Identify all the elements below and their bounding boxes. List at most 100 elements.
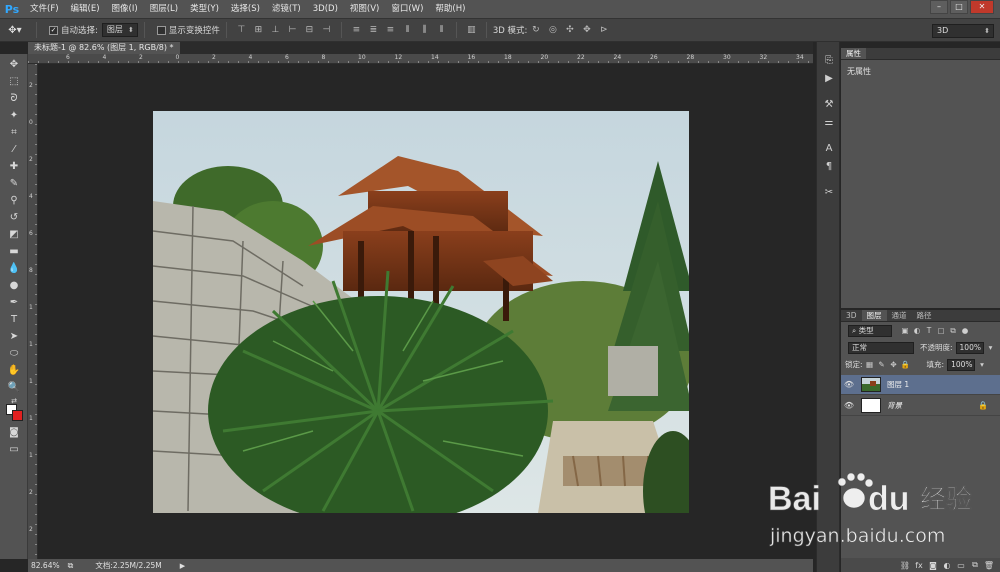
menu-help[interactable]: 帮助(H) (429, 0, 471, 18)
tab-paths[interactable]: 路径 (912, 310, 937, 321)
history-brush-icon[interactable]: ↺ (6, 211, 22, 225)
menu-filter[interactable]: 滤镜(T) (266, 0, 307, 18)
filter-toggle-icon[interactable]: ● (960, 326, 970, 336)
quick-mask-icon[interactable]: ◙ (6, 426, 22, 440)
align-left-icon[interactable]: ⊢ (286, 24, 299, 37)
workspace-dropdown[interactable]: 3D (932, 24, 994, 38)
brush-tool-icon[interactable]: ✎ (6, 177, 22, 191)
minimize-button[interactable]: – (930, 0, 948, 14)
blend-mode-dropdown[interactable]: 正常 (848, 341, 914, 354)
distribute-hcenter-icon[interactable]: ⫼ (418, 24, 431, 37)
character-icon[interactable]: A (821, 142, 837, 156)
path-select-icon[interactable]: ➤ (6, 330, 22, 344)
align-vcenter-icon[interactable]: ⊞ (252, 24, 265, 37)
visibility-eye-icon[interactable]: 👁 (841, 380, 857, 389)
opacity-arrow-icon[interactable]: ▾ (986, 343, 996, 353)
menu-file[interactable]: 文件(F) (24, 0, 65, 18)
lock-position-icon[interactable]: ✥ (889, 360, 899, 370)
move-tool-preset-icon[interactable]: ✥▾ (0, 25, 30, 36)
auto-select-dropdown[interactable]: 图层 (101, 23, 138, 37)
tab-channels[interactable]: 通道 (887, 310, 912, 321)
link-layers-icon[interactable]: ⛓ (898, 561, 912, 570)
tools-icon[interactable]: ✂ (821, 186, 837, 200)
menu-select[interactable]: 选择(S) (225, 0, 266, 18)
layer-row[interactable]: 👁 背景 🔒 (841, 396, 1000, 416)
document-tab[interactable]: 未标题-1 @ 82.6% (图层 1, RGB/8) * (28, 42, 180, 54)
close-button[interactable]: ✕ (970, 0, 994, 14)
crop-tool-icon[interactable]: ⌗ (6, 126, 22, 140)
new-group-icon[interactable]: ▭ (954, 561, 968, 570)
status-menu-arrow-icon[interactable]: ▶ (180, 562, 185, 570)
filter-pixel-icon[interactable]: ▣ (900, 326, 910, 336)
eraser-tool-icon[interactable]: ◩ (6, 228, 22, 242)
preview-icon[interactable]: ⧉ (68, 561, 74, 571)
healing-brush-icon[interactable]: ✚ (6, 160, 22, 174)
shape-tool-icon[interactable]: ⬭ (6, 347, 22, 361)
filter-shape-icon[interactable]: ▢ (936, 326, 946, 336)
show-transform-checkbox[interactable] (156, 25, 166, 35)
dodge-tool-icon[interactable]: ● (6, 279, 22, 293)
move-tool-icon[interactable]: ✥ (6, 58, 22, 72)
lock-all-icon[interactable]: 🔒 (901, 360, 911, 370)
tab-properties[interactable]: 属性 (841, 48, 866, 59)
distribute-left-icon[interactable]: ⦀ (401, 24, 414, 37)
align-hcenter-icon[interactable]: ⊟ (303, 24, 316, 37)
clone-stamp-icon[interactable]: ⚲ (6, 194, 22, 208)
align-bottom-icon[interactable]: ⊥ (269, 24, 282, 37)
3d-roll-icon[interactable]: ◎ (546, 24, 559, 37)
fill-arrow-icon[interactable]: ▾ (977, 360, 987, 370)
menu-view[interactable]: 视图(V) (344, 0, 385, 18)
marquee-tool-icon[interactable]: ⬚ (6, 75, 22, 89)
menu-3d[interactable]: 3D(D) (307, 0, 344, 18)
3d-rotate-icon[interactable]: ↻ (529, 24, 542, 37)
align-right-icon[interactable]: ⊣ (320, 24, 333, 37)
gradient-tool-icon[interactable]: ▬ (6, 245, 22, 259)
distribute-bottom-icon[interactable]: ≡ (384, 24, 397, 37)
3d-slide-icon[interactable]: ✥ (580, 24, 593, 37)
menu-window[interactable]: 窗口(W) (385, 0, 429, 18)
blur-tool-icon[interactable]: 💧 (6, 262, 22, 276)
history-icon[interactable]: ⎘ (821, 54, 837, 68)
document-image[interactable] (153, 111, 689, 513)
opacity-input[interactable]: 100% (955, 341, 984, 354)
add-mask-icon[interactable]: ◙ (926, 561, 940, 570)
hand-tool-icon[interactable]: ✋ (6, 364, 22, 378)
magic-wand-icon[interactable]: ✦ (6, 109, 22, 123)
brush-presets-icon[interactable]: ⚒ (821, 98, 837, 112)
new-layer-icon[interactable]: ⧉ (968, 560, 982, 570)
distribute-top-icon[interactable]: ≡ (350, 24, 363, 37)
tab-3d[interactable]: 3D (841, 310, 862, 321)
menu-edit[interactable]: 编辑(E) (65, 0, 106, 18)
filter-type-icon[interactable]: T (924, 326, 934, 336)
adjustments-icon[interactable]: ⚌ (821, 116, 837, 130)
background-color-swatch[interactable] (12, 410, 23, 421)
menu-type[interactable]: 类型(Y) (184, 0, 225, 18)
new-adjustment-icon[interactable]: ◐ (940, 561, 954, 570)
delete-layer-icon[interactable]: 🗑 (982, 561, 996, 570)
paragraph-icon[interactable]: ¶ (821, 160, 837, 174)
menu-image[interactable]: 图像(I) (106, 0, 144, 18)
lock-transparent-icon[interactable]: ▦ (865, 360, 875, 370)
3d-pan-icon[interactable]: ✣ (563, 24, 576, 37)
menu-layer[interactable]: 图层(L) (144, 0, 184, 18)
canvas-area[interactable] (38, 64, 813, 559)
visibility-eye-icon[interactable]: 👁 (841, 401, 857, 410)
maximize-button[interactable]: □ (950, 0, 968, 14)
layer-filter-dropdown[interactable]: ⌕ 类型 (848, 324, 892, 337)
filter-adjust-icon[interactable]: ◐ (912, 326, 922, 336)
tab-layers[interactable]: 图层 (861, 310, 887, 321)
distribute-vcenter-icon[interactable]: ≣ (367, 24, 380, 37)
lock-pixels-icon[interactable]: ✎ (877, 360, 887, 370)
pen-tool-icon[interactable]: ✒ (6, 296, 22, 310)
screen-mode-icon[interactable]: ▭ (6, 443, 22, 457)
layer-style-icon[interactable]: fx (912, 561, 926, 570)
3d-scale-icon[interactable]: ⊳ (597, 24, 610, 37)
auto-select-checkbox[interactable]: ✓ (49, 25, 58, 35)
align-top-icon[interactable]: ⊤ (235, 24, 248, 37)
layer-row[interactable]: 👁 图层 1 (841, 375, 1000, 395)
distribute-right-icon[interactable]: ⦀ (435, 24, 448, 37)
zoom-tool-icon[interactable]: 🔍 (6, 381, 22, 395)
filter-smart-icon[interactable]: ⧉ (948, 326, 958, 336)
lasso-tool-icon[interactable]: ᘐ (6, 92, 22, 106)
type-tool-icon[interactable]: T (6, 313, 22, 327)
